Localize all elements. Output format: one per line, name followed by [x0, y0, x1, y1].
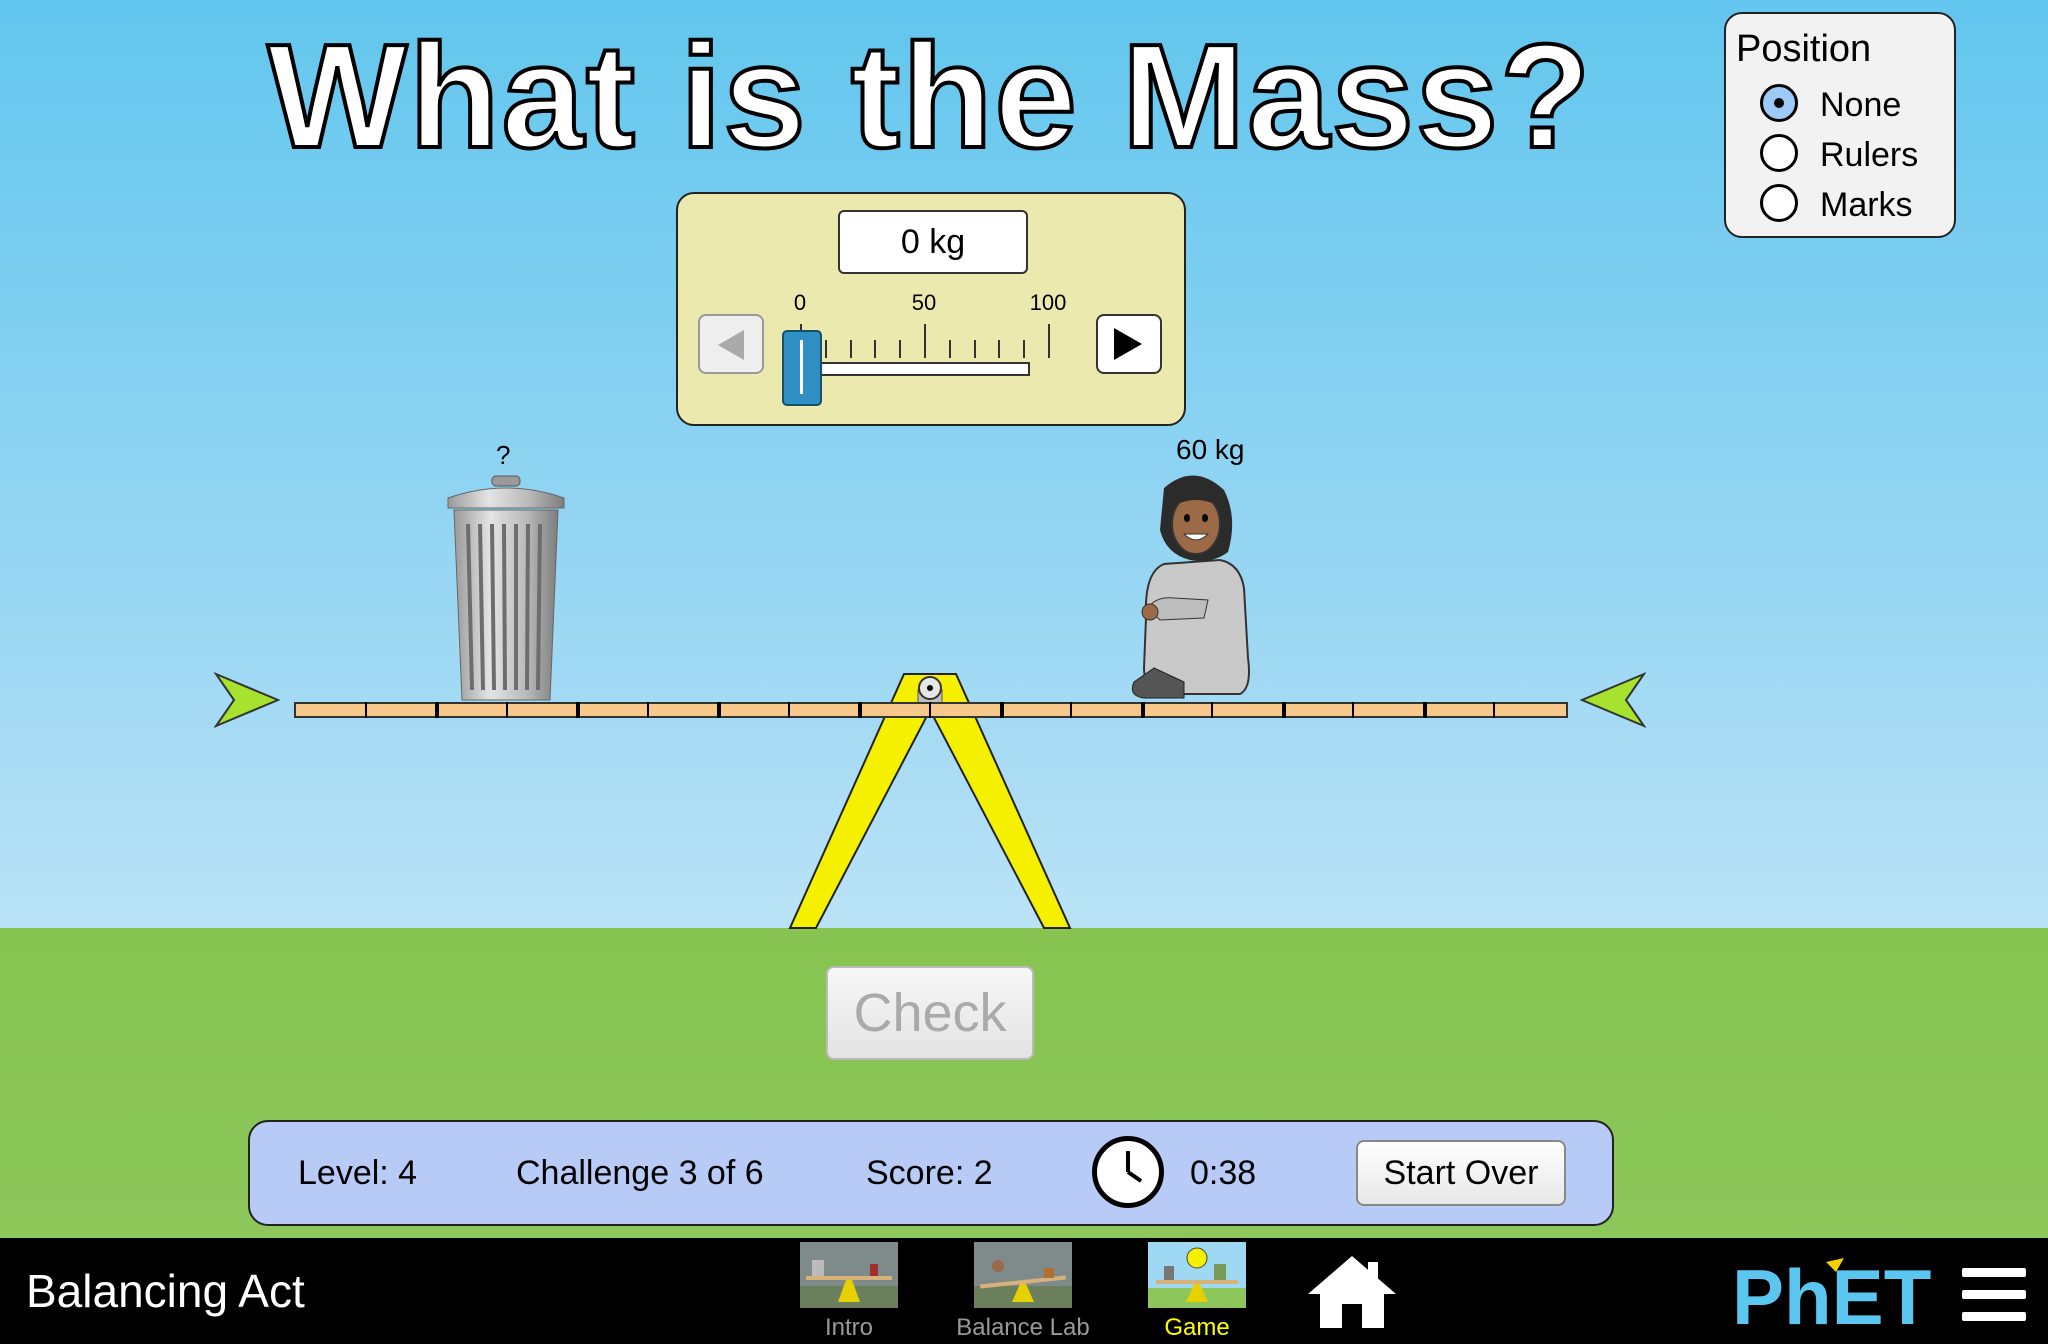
challenge-label: Challenge 3 of 6: [516, 1154, 764, 1192]
tab-balance-lab[interactable]: Balance Lab: [956, 1240, 1090, 1344]
seated-girl-icon[interactable]: [1104, 468, 1264, 704]
game-status-bar: Level: 4 Challenge 3 of 6 Score: 2 0:38 …: [248, 1120, 1614, 1226]
right-arrow-icon: [1114, 328, 1142, 360]
trash-can-icon[interactable]: [442, 472, 570, 704]
radio-rulers[interactable]: [1760, 134, 1798, 172]
plank-mark: [858, 702, 863, 718]
plank-mark: [435, 702, 440, 718]
plank-mark: [1281, 702, 1286, 718]
plank-mark: [1070, 702, 1073, 718]
position-option-marks[interactable]: Marks: [1760, 184, 1950, 228]
home-icon[interactable]: [1304, 1252, 1400, 1332]
plank-mark: [1352, 702, 1355, 718]
phet-logo[interactable]: PhET: [1732, 1258, 1932, 1332]
mass-value-display: 0 kg: [838, 210, 1028, 274]
decrement-button[interactable]: [698, 314, 764, 374]
seesaw-plank: [294, 702, 1568, 718]
score-label: Score: 2: [866, 1154, 993, 1192]
left-arrow-icon: [718, 330, 744, 360]
plank-mark: [1493, 702, 1496, 718]
level-label: Level: 4: [298, 1154, 418, 1192]
position-option-label: None: [1820, 86, 1902, 124]
slider-tick: [824, 340, 827, 358]
slider-tick: [1048, 324, 1050, 358]
plank-mark: [717, 702, 722, 718]
slider-tick: [973, 340, 976, 358]
mass-control-panel: 0 kg 0 50 100: [676, 192, 1186, 426]
position-option-none[interactable]: None: [1760, 84, 1950, 128]
tab-game-label: Game: [1164, 1314, 1230, 1341]
check-button[interactable]: Check: [826, 966, 1034, 1060]
plank-mark: [787, 702, 790, 718]
plank-mark: [1211, 702, 1214, 718]
slider-tick: [849, 340, 852, 358]
right-level-indicator-icon: [1579, 672, 1646, 728]
slider-tick-label-50: 50: [911, 290, 937, 315]
tab-intro-label: Intro: [824, 1314, 874, 1341]
plank-mark: [364, 702, 367, 718]
girl-mass-label: 60 kg: [1176, 434, 1245, 465]
slider-tick-label-100: 100: [1029, 290, 1067, 315]
game-title: What is the Mass?: [265, 12, 1593, 181]
plank-mark: [1422, 702, 1427, 718]
left-level-indicator-icon: [214, 672, 281, 728]
slider-tick-label-0: 0: [793, 290, 807, 315]
start-over-button[interactable]: Start Over: [1356, 1140, 1566, 1206]
intro-tab-thumbnail-icon: [800, 1242, 898, 1308]
position-panel-title: Position: [1736, 28, 1872, 70]
plank-mark: [929, 702, 931, 718]
plank-mark: [576, 702, 581, 718]
slider-tick: [1023, 340, 1026, 358]
mass-slider-thumb[interactable]: [782, 330, 822, 406]
logo-text: PhET: [1732, 1258, 1931, 1332]
position-panel: Position None Rulers Marks: [1724, 12, 1956, 238]
slider-tick: [874, 340, 877, 358]
slider-tick: [899, 340, 902, 358]
plank-mark: [999, 702, 1004, 718]
position-option-label: Rulers: [1820, 136, 1919, 174]
mass-slider-track[interactable]: [794, 362, 1030, 376]
tab-game[interactable]: Game: [1142, 1240, 1252, 1344]
navigation-bar: Balancing Act Intro Balance Lab Game PhE…: [0, 1238, 2048, 1344]
balance-lab-tab-thumbnail-icon: [974, 1242, 1072, 1308]
radio-marks[interactable]: [1760, 184, 1798, 222]
slider-tick: [924, 324, 926, 358]
position-option-label: Marks: [1820, 186, 1913, 224]
plank-mark: [1140, 702, 1145, 718]
radio-none[interactable]: [1760, 84, 1798, 122]
position-option-rulers[interactable]: Rulers: [1760, 134, 1950, 178]
trash-can-mass-label: ?: [496, 440, 511, 470]
hamburger-menu-icon[interactable]: [1962, 1268, 2026, 1322]
increment-button[interactable]: [1096, 314, 1162, 374]
tab-balance-lab-label: Balance Lab: [956, 1314, 1090, 1341]
tab-intro[interactable]: Intro: [794, 1240, 904, 1344]
timer-value: 0:38: [1190, 1154, 1257, 1192]
slider-tick: [998, 340, 1001, 358]
play-area: What is the Mass? Position None Rulers M…: [0, 0, 2048, 1238]
app-title: Balancing Act: [26, 1265, 305, 1317]
slider-tick: [948, 340, 951, 358]
game-tab-thumbnail-icon: [1148, 1242, 1246, 1308]
plank-mark: [505, 702, 508, 718]
clock-icon: [1092, 1136, 1164, 1208]
plank-mark: [646, 702, 649, 718]
